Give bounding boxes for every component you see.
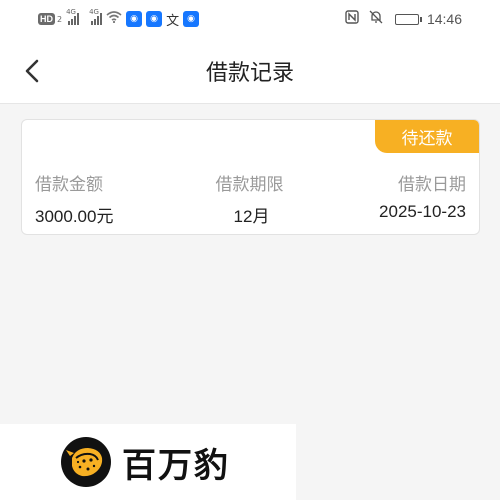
nav-bar: 借款记录: [0, 38, 500, 104]
brand-name: 百万豹: [122, 445, 230, 486]
notification-app-icon: ◉: [183, 11, 200, 27]
hd-sub-label: 2: [57, 14, 63, 24]
status-bar-left: HD 2 4G 4G ◉ ◉ 文 ◉: [38, 8, 200, 29]
loan-record-card[interactable]: 待还款 借款金额 3000.00元 借款期限 12月 借款日期 2025-10-…: [21, 119, 480, 235]
status-badge: 待还款: [375, 120, 479, 153]
wen-app-icon: 文: [166, 13, 180, 29]
page-title: 借款记录: [205, 61, 294, 86]
notification-app-icon: ◉: [146, 11, 163, 27]
notification-app-icon: ◉: [126, 11, 143, 27]
status-bar-right: 14:46: [345, 10, 462, 28]
signal-icon-2: 4G: [89, 8, 103, 25]
signal-icon-1: 4G: [66, 8, 80, 25]
signal-tag-2: 4G: [89, 8, 99, 16]
loan-date-value: 2025-10-23: [379, 202, 466, 221]
leopard-logo-icon: [61, 437, 111, 487]
mute-bell-icon: [369, 10, 383, 28]
status-bar: HD 2 4G 4G ◉ ◉ 文 ◉ 14:46: [0, 0, 500, 38]
brand-banner: 百万豹: [0, 424, 296, 500]
status-time: 14:46: [426, 11, 462, 27]
wifi-icon: [106, 11, 122, 27]
loan-date-label: 借款日期: [398, 175, 466, 195]
hd-badge: HD: [38, 13, 55, 25]
battery-icon: [394, 13, 422, 25]
nfc-icon: [345, 10, 359, 28]
signal-tag-1: 4G: [66, 8, 76, 16]
